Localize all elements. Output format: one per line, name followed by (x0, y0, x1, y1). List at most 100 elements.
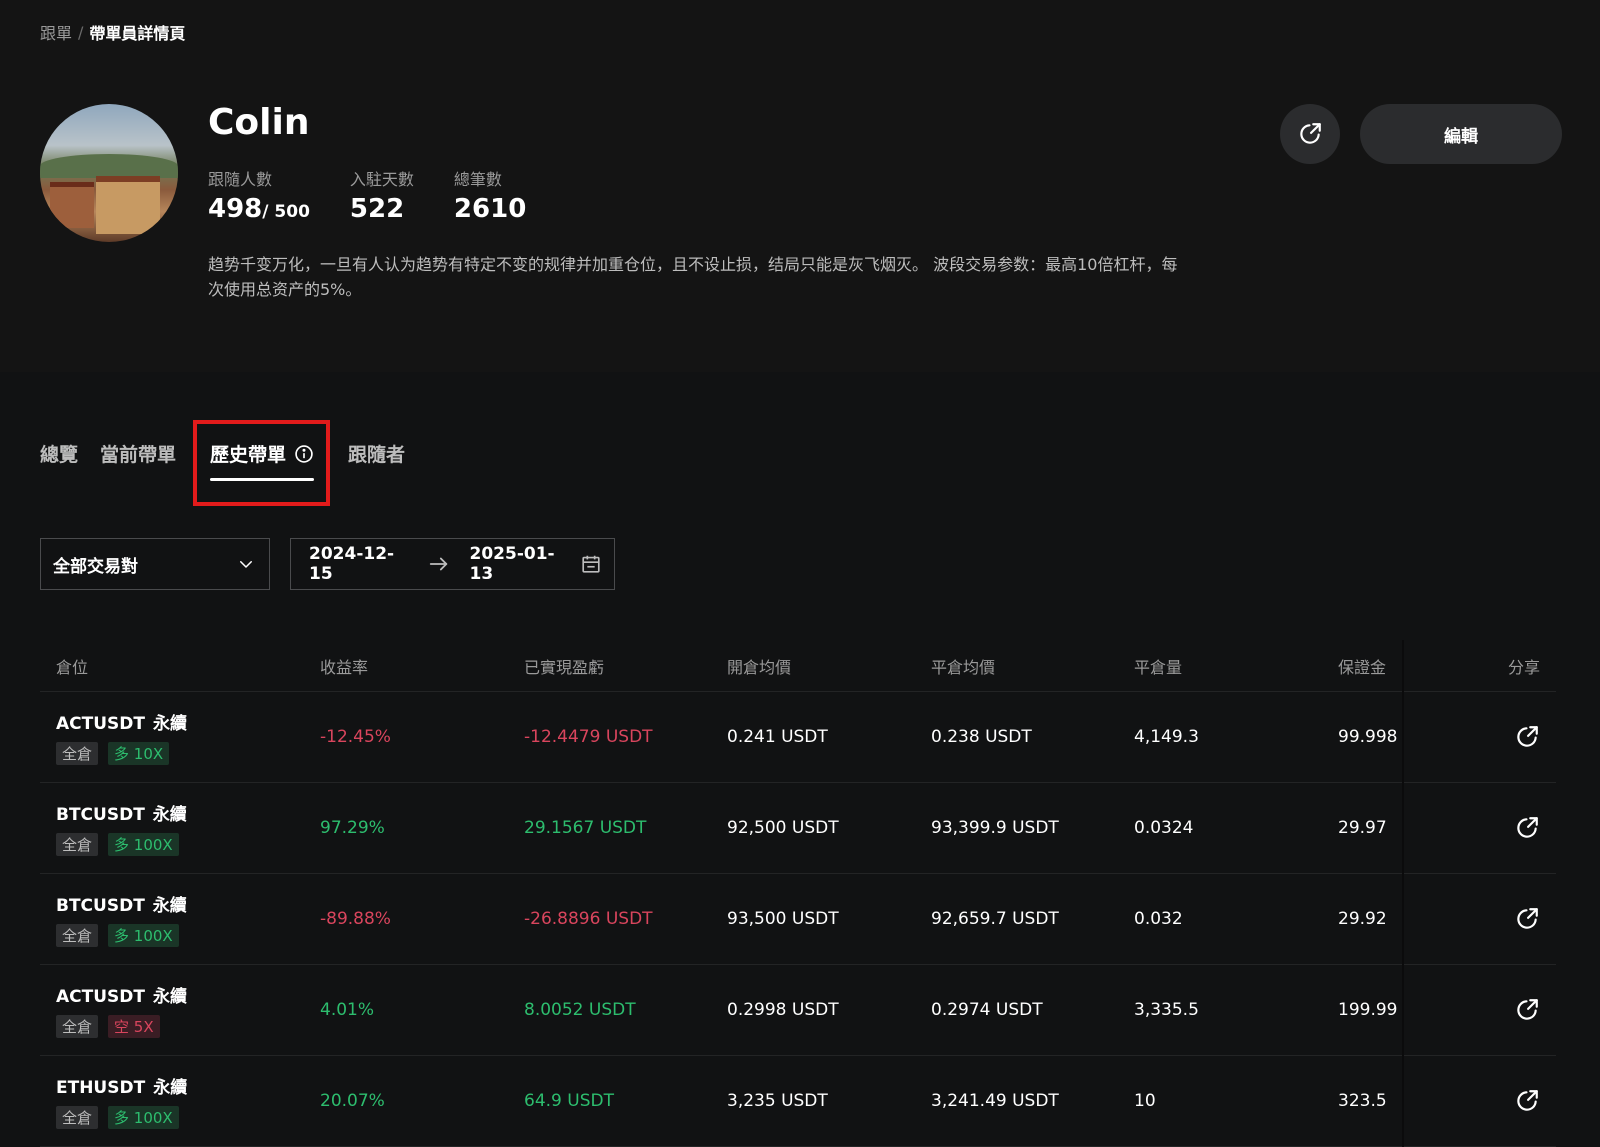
share-icon[interactable] (1514, 1088, 1540, 1114)
margin: 99.998 (1338, 727, 1398, 747)
side-leverage-badge: 多 100X (108, 833, 179, 856)
symbol: ACTUSDT 永續 (56, 714, 187, 734)
roi: -89.88% (320, 909, 391, 929)
share-profile-button[interactable] (1280, 104, 1340, 164)
date-range-picker[interactable]: 2024-12-15 2025-01-13 (290, 538, 615, 590)
header-share: 分享 (1507, 657, 1540, 677)
realized-pnl: 8.0052 USDT (524, 1000, 636, 1020)
roi: -12.45% (320, 727, 391, 747)
contract-type: 永續 (152, 714, 187, 734)
tags: 全倉 多 10X (56, 742, 320, 765)
share-icon (1300, 123, 1321, 144)
margin-mode-badge: 全倉 (56, 833, 99, 856)
stat-value: 2610 (453, 194, 527, 224)
header-realized-pnl: 已實現盈虧 (524, 657, 605, 677)
table-row: ACTUSDT 永續 全倉 空 5X 4.01% 8.0052 USDT 0.29… (40, 965, 1556, 1056)
roi: 20.07% (320, 1091, 385, 1111)
tags: 全倉 多 100X (56, 833, 320, 856)
margin: 29.92 (1338, 909, 1387, 929)
margin-mode-badge: 全倉 (56, 742, 99, 765)
share-icon[interactable] (1514, 724, 1540, 750)
position-cell: ACTUSDT 永續 全倉 多 10X (40, 709, 320, 765)
position-cell: BTCUSDT 永續 全倉 多 100X (40, 800, 320, 856)
contract-type: 永續 (152, 805, 187, 825)
stat-label: 入駐天數 (349, 170, 414, 189)
table-header: 倉位 收益率 已實現盈虧 開倉均價 平倉均價 平倉量 保證金 分享 (40, 640, 1556, 692)
tags: 全倉 空 5X (56, 1015, 320, 1038)
tab-followers[interactable]: 跟隨者 (348, 440, 405, 467)
side-leverage-badge: 空 5X (108, 1015, 160, 1038)
realized-pnl: 29.1567 USDT (524, 818, 647, 838)
roi: 97.29% (320, 818, 385, 838)
share-icon[interactable] (1514, 906, 1540, 932)
open-price: 92,500 USDT (727, 818, 839, 838)
tags: 全倉 多 100X (56, 1106, 320, 1129)
stat-sub: / 500 (262, 202, 310, 222)
margin-mode-badge: 全倉 (56, 924, 99, 947)
share-cell (1460, 815, 1556, 841)
open-price: 0.241 USDT (727, 727, 828, 747)
edit-button[interactable]: 編輯 (1360, 104, 1562, 164)
close-price: 3,241.49 USDT (931, 1091, 1059, 1111)
tab-current-orders[interactable]: 當前帶單 (100, 440, 176, 467)
history-orders-table: 倉位 收益率 已實現盈虧 開倉均價 平倉均價 平倉量 保證金 分享 ACTUSD… (40, 640, 1556, 1147)
realized-pnl: -26.8896 USDT (524, 909, 653, 929)
stat-label: 總筆數 (453, 170, 502, 189)
close-qty: 4,149.3 (1134, 727, 1199, 747)
date-end[interactable]: 2025-01-13 (470, 544, 569, 584)
position-cell: BTCUSDT 永續 全倉 多 100X (40, 891, 320, 947)
trading-pair-select[interactable]: 全部交易對 (40, 538, 270, 590)
highlight-box (193, 420, 330, 506)
contract-type: 永續 (153, 1078, 188, 1098)
contract-type: 永續 (152, 987, 187, 1007)
table-row: ACTUSDT 永續 全倉 多 10X -12.45% -12.4479 USDT… (40, 692, 1556, 783)
date-start[interactable]: 2024-12-15 (309, 544, 408, 584)
header-close-qty: 平倉量 (1134, 657, 1183, 677)
close-qty: 3,335.5 (1134, 1000, 1199, 1020)
tags: 全倉 多 100X (56, 924, 320, 947)
header-close-price: 平倉均價 (931, 657, 996, 677)
margin-mode-badge: 全倉 (56, 1015, 99, 1038)
share-cell (1460, 1088, 1556, 1114)
breadcrumb-parent[interactable]: 跟單 (40, 20, 72, 44)
margin: 323.5 (1338, 1091, 1387, 1111)
stat-days: 入駐天數 522 (350, 166, 414, 224)
close-qty: 0.0324 (1134, 818, 1194, 838)
realized-pnl: 64.9 USDT (524, 1091, 614, 1111)
close-qty: 0.032 (1134, 909, 1183, 929)
breadcrumb-current: 帶單員詳情頁 (89, 24, 186, 43)
symbol: ACTUSDT 永續 (56, 987, 187, 1007)
breadcrumb: 跟單 / 帶單員詳情頁 (40, 20, 185, 44)
arrow-right-icon (428, 555, 450, 573)
tab-overview[interactable]: 總覽 (40, 440, 78, 467)
stat-value: 522 (349, 194, 405, 224)
header-open-price: 開倉均價 (727, 657, 792, 677)
profile-stats: 跟隨人數 498/ 500 入駐天數 522 總筆數 2610 (208, 166, 526, 224)
symbol: BTCUSDT 永續 (56, 805, 187, 825)
profile-name: Colin (208, 102, 310, 143)
table-row: BTCUSDT 永續 全倉 多 100X 97.29% 29.1567 USDT … (40, 783, 1556, 874)
contract-type: 永續 (152, 896, 187, 916)
share-cell (1460, 724, 1556, 750)
share-icon[interactable] (1514, 997, 1540, 1023)
share-icon[interactable] (1514, 815, 1540, 841)
stat-value: 498/ 500 (208, 194, 310, 224)
symbol: BTCUSDT 永續 (56, 896, 187, 916)
table-row: ETHUSDT 永續 全倉 多 100X 20.07% 64.9 USDT 3,2… (40, 1056, 1556, 1147)
stat-followers: 跟隨人數 498/ 500 (208, 166, 310, 224)
position-cell: ACTUSDT 永續 全倉 空 5X (40, 982, 320, 1038)
close-price: 92,659.7 USDT (931, 909, 1059, 929)
share-cell (1460, 906, 1556, 932)
symbol: ETHUSDT 永續 (56, 1078, 188, 1098)
margin: 199.99 (1338, 1000, 1398, 1020)
header-position: 倉位 (56, 657, 89, 677)
side-leverage-badge: 多 10X (108, 742, 170, 765)
margin: 29.97 (1338, 818, 1387, 838)
realized-pnl: -12.4479 USDT (524, 727, 653, 747)
sticky-column-shadow (1402, 640, 1404, 1147)
open-price: 93,500 USDT (727, 909, 839, 929)
position-cell: ETHUSDT 永續 全倉 多 100X (40, 1073, 320, 1129)
margin-mode-badge: 全倉 (56, 1106, 99, 1129)
calendar-icon[interactable] (580, 553, 602, 575)
side-leverage-badge: 多 100X (108, 1106, 179, 1129)
